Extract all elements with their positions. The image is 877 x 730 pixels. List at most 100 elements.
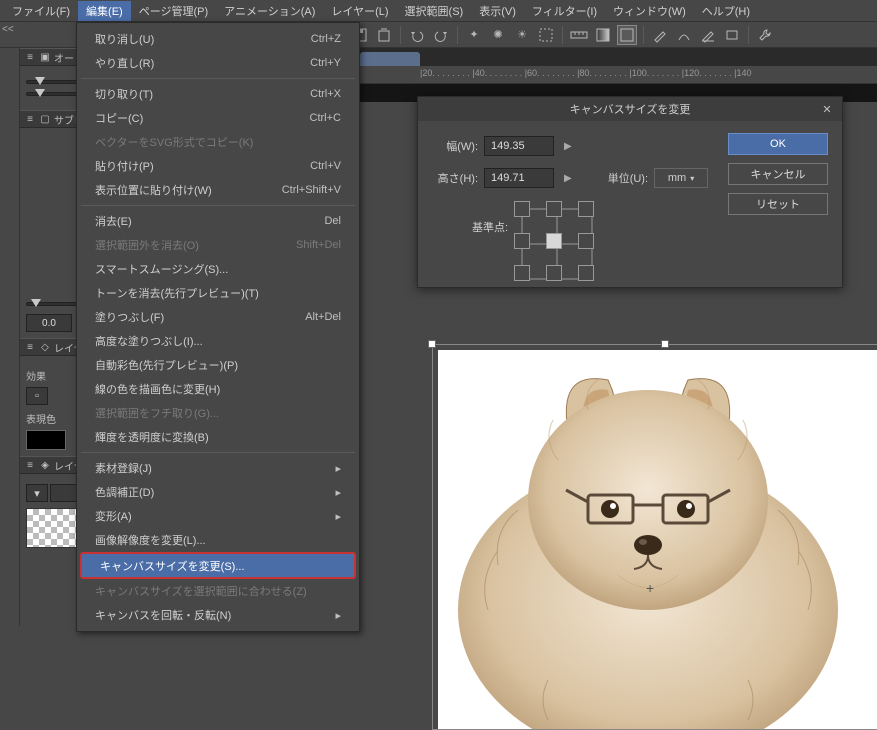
number-input[interactable]: 0.0 [26,314,72,332]
transform-bounds [432,344,877,730]
menubar: ファイル(F) 編集(E) ページ管理(P) アニメーション(A) レイヤー(L… [0,0,877,22]
menu-tonal-correction[interactable]: 色調補正(D)▸ [77,480,359,504]
menu-clear-outside: 選択範囲外を消去(O)Shift+Del [77,233,359,257]
canvas[interactable]: + [438,350,877,730]
menu-rotate-flip-canvas[interactable]: キャンバスを回転・反転(N)▸ [77,603,359,627]
unit-select[interactable]: mm▾ [654,168,708,188]
panel-collapse-icon[interactable]: << [2,24,14,35]
menu-advanced-fill[interactable]: 高度な塗りつぶし(I)... [77,329,359,353]
burst-icon[interactable]: ✺ [488,25,508,45]
submenu-arrow-icon: ▸ [335,510,341,523]
anchor-e[interactable] [578,233,594,249]
stack-icon: ◈ [39,459,51,471]
close-icon[interactable]: ✕ [818,100,836,118]
toolstrip [0,48,20,626]
dialog-canvas-size: キャンバスサイズを変更 ✕ 幅(W): 149.35 ▶ 高さ(H): 149.… [417,96,843,288]
menu-brightness-to-opacity[interactable]: 輝度を透明度に変換(B) [77,425,359,449]
wrench-icon[interactable] [755,25,775,45]
hamburger-icon: ≡ [24,341,36,353]
height-input[interactable]: 149.71 [484,168,554,188]
menu-animation[interactable]: アニメーション(A) [216,1,323,21]
menu-page[interactable]: ページ管理(P) [131,1,216,21]
menu-transform[interactable]: 変形(A)▸ [77,504,359,528]
reset-button[interactable]: リセット [728,193,828,215]
menu-view[interactable]: 表示(V) [471,1,524,21]
chevron-down-icon: ▾ [690,174,694,183]
hamburger-icon: ≡ [24,113,36,125]
dialog-title: キャンバスサイズを変更 [570,101,691,117]
menu-change-resolution[interactable]: 画像解像度を変更(L)... [77,528,359,552]
unit-label: 単位(U): [608,170,648,186]
menu-paste[interactable]: 貼り付け(P)Ctrl+V [77,154,359,178]
menu-line-to-drawcolor[interactable]: 線の色を描画色に変更(H) [77,377,359,401]
ok-button[interactable]: OK [728,133,828,155]
menu-redo[interactable]: やり直し(R)Ctrl+Y [77,51,359,75]
layers-icon: ▣ [39,51,51,63]
anchor-sw[interactable] [514,265,530,281]
ruler-icon[interactable] [569,25,589,45]
handle-nw[interactable] [428,340,436,348]
grid-icon[interactable] [617,25,637,45]
sparkle-icon[interactable]: ✦ [464,25,484,45]
menu-smart-smoothing[interactable]: スマートスムージング(S)... [77,257,359,281]
anchor-se[interactable] [578,265,594,281]
gradient-icon[interactable] [593,25,613,45]
anchor-s[interactable] [546,265,562,281]
menu-undo[interactable]: 取り消し(U)Ctrl+Z [77,27,359,51]
hamburger-icon: ≡ [24,459,36,471]
menu-help[interactable]: ヘルプ(H) [694,1,758,21]
menu-clear[interactable]: 消去(E)Del [77,209,359,233]
menu-selection[interactable]: 選択範囲(S) [397,1,472,21]
redo-icon[interactable] [431,25,451,45]
hamburger-icon: ≡ [24,51,36,63]
width-label: 幅(W): [432,138,478,154]
menu-copy[interactable]: コピー(C)Ctrl+C [77,106,359,130]
submenu-arrow-icon: ▸ [335,462,341,475]
anchor-w[interactable] [514,233,530,249]
sun-icon[interactable]: ☀ [512,25,532,45]
menu-file[interactable]: ファイル(F) [4,1,78,21]
cancel-button[interactable]: キャンセル [728,163,828,185]
color-swatch[interactable] [26,430,66,450]
menu-fit-canvas-to-selection: キャンバスサイズを選択範囲に合わせる(Z) [77,579,359,603]
window-icon: ▢ [39,113,51,125]
menu-change-canvas-size[interactable]: キャンバスサイズを変更(S)... [82,554,354,577]
anchor-ne[interactable] [578,201,594,217]
edit-menu-dropdown: 取り消し(U)Ctrl+Z やり直し(R)Ctrl+Y 切り取り(T)Ctrl+… [76,22,360,632]
menu-layer[interactable]: レイヤー(L) [323,1,396,21]
rect-icon[interactable] [722,25,742,45]
visibility-checkbox[interactable]: ▾ [26,484,48,502]
anchor-n[interactable] [546,201,562,217]
width-stepper-icon[interactable]: ▶ [560,141,576,152]
submenu-arrow-icon: ▸ [335,486,341,499]
menu-outline-selection: 選択範囲をフチ取り(G)... [77,401,359,425]
undo-icon[interactable] [407,25,427,45]
menu-auto-color[interactable]: 自動彩色(先行プレビュー)(P) [77,353,359,377]
anchor-nw[interactable] [514,201,530,217]
menu-register-material[interactable]: 素材登録(J)▸ [77,456,359,480]
dialog-titlebar[interactable]: キャンバスサイズを変更 ✕ [418,97,842,121]
menu-filter[interactable]: フィルター(I) [524,1,605,21]
width-input[interactable]: 149.35 [484,136,554,156]
menu-window[interactable]: ウィンドウ(W) [605,1,694,21]
curve-icon[interactable] [674,25,694,45]
handle-n[interactable] [661,340,669,348]
anchor-center[interactable] [546,233,562,249]
anchor-label: 基準点: [472,201,508,235]
menu-remove-tone[interactable]: トーンを消去(先行プレビュー)(T) [77,281,359,305]
height-label: 高さ(H): [432,170,478,186]
pen-icon[interactable] [650,25,670,45]
menu-fill[interactable]: 塗りつぶし(F)Alt+Del [77,305,359,329]
height-stepper-icon[interactable]: ▶ [560,173,576,184]
fx-border-icon[interactable]: ▫ [26,387,48,405]
submenu-arrow-icon: ▸ [335,609,341,622]
dashed-rect-icon[interactable] [536,25,556,45]
menu-paste-in-place[interactable]: 表示位置に貼り付け(W)Ctrl+Shift+V [77,178,359,202]
menu-edit[interactable]: 編集(E) [78,1,131,21]
menu-copy-svg: ベクターをSVG形式でコピー(K) [77,130,359,154]
delete-icon[interactable] [374,25,394,45]
menu-cut[interactable]: 切り取り(T)Ctrl+X [77,82,359,106]
edit-pen-icon[interactable] [698,25,718,45]
document-tab[interactable] [360,52,420,66]
diamond-icon: ◇ [39,341,51,353]
